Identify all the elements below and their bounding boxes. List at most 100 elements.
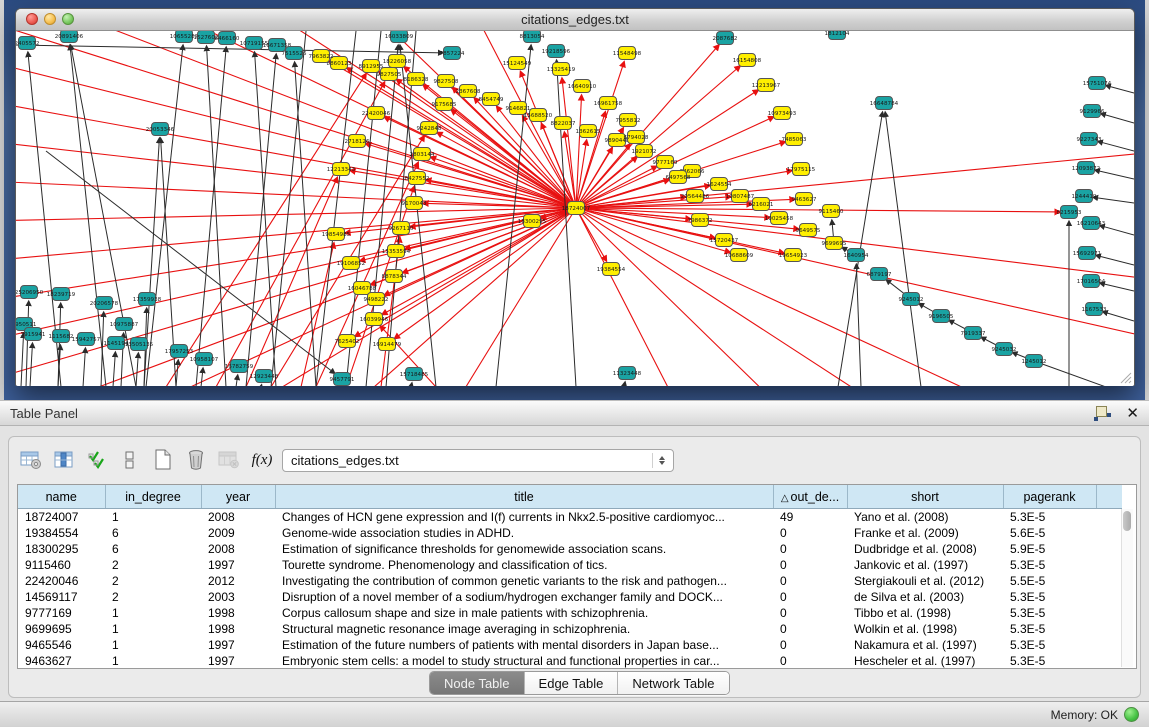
citation-edge-black[interactable] [1095, 170, 1134, 179]
table-cell[interactable]: 1 [105, 509, 201, 526]
table-cell[interactable]: 2012 [201, 573, 275, 589]
citation-edge-red[interactable] [576, 208, 996, 386]
table-header-row[interactable]: namein_degreeyeartitle△out_de...shortpag… [18, 485, 1122, 509]
citation-edge-black[interactable] [885, 112, 921, 386]
table-cell[interactable]: Disruption of a novel member of a sodium… [275, 589, 773, 605]
table-cell[interactable]: Stergiakouli et al. (2012) [847, 573, 1003, 589]
table-cell[interactable]: Hescheler et al. (1997) [847, 653, 1003, 669]
table-cell[interactable]: 18300295 [18, 541, 105, 557]
table-cell[interactable]: 2 [105, 557, 201, 573]
citation-edge-black[interactable] [101, 312, 104, 386]
citation-edge-black[interactable] [236, 375, 238, 386]
network-graph[interactable]: 1872400788601238912955182260589827505818… [16, 31, 1134, 386]
table-cell[interactable]: Franke et al. (2009) [847, 525, 1003, 541]
table-cell[interactable]: 5.3E-5 [1003, 621, 1096, 637]
citation-edge-black[interactable] [201, 368, 203, 386]
table-cell[interactable]: Corpus callosum shape and size in male p… [275, 605, 773, 621]
table-cell[interactable]: 9465546 [18, 637, 105, 653]
node-table[interactable]: namein_degreeyeartitle△out_de...shortpag… [17, 484, 1137, 669]
unselect-all-columns-button[interactable] [118, 448, 142, 472]
table-cell[interactable]: 0 [773, 589, 847, 605]
network-window[interactable]: citations_edges.txt 18724007886012389129… [15, 8, 1135, 386]
table-cell[interactable]: 1 [105, 605, 201, 621]
table-cell[interactable]: 9699695 [18, 621, 105, 637]
table-cell[interactable]: 0 [773, 621, 847, 637]
table-cell[interactable]: 1 [105, 621, 201, 637]
column-header-title[interactable]: title [275, 485, 773, 509]
table-cell[interactable]: 1997 [201, 653, 275, 669]
table-cell[interactable]: Tibbo et al. (1998) [847, 605, 1003, 621]
citation-edge-black[interactable] [1103, 312, 1134, 321]
table-cell[interactable]: 2 [105, 573, 201, 589]
table-cell[interactable]: 9777169 [18, 605, 105, 621]
citation-edge-black[interactable] [246, 54, 276, 386]
table-cell[interactable]: Estimation of significance thresholds fo… [275, 541, 773, 557]
citation-edge-black[interactable] [411, 383, 412, 386]
citation-edge-black[interactable] [1100, 225, 1134, 235]
show-columns-button[interactable] [52, 448, 76, 472]
table-cell[interactable]: 5.3E-5 [1003, 637, 1096, 653]
close-window-button[interactable] [26, 13, 38, 25]
citation-edge-red[interactable] [384, 208, 576, 295]
delete-table-button[interactable] [217, 448, 241, 472]
table-cell[interactable]: 2 [105, 589, 201, 605]
float-panel-icon[interactable] [1094, 405, 1112, 421]
citation-edge-black[interactable] [83, 348, 85, 386]
citation-edge-black[interactable] [346, 31, 381, 386]
table-cell[interactable]: 1998 [201, 621, 275, 637]
column-header-year[interactable]: year [201, 485, 275, 509]
table-cell[interactable]: Tourette syndrome. Phenomenology and cla… [275, 557, 773, 573]
citation-edge-black[interactable] [1098, 141, 1134, 151]
column-header-pagerank[interactable]: pagerank [1003, 485, 1096, 509]
table-cell[interactable]: 14569117 [18, 589, 105, 605]
citation-edge-red[interactable] [576, 208, 1134, 341]
table-cell[interactable]: Dudbridge et al. (2008) [847, 541, 1003, 557]
minimize-window-button[interactable] [44, 13, 56, 25]
table-cell[interactable]: de Silva et al. (2003) [847, 589, 1003, 605]
column-header-short[interactable]: short [847, 485, 1003, 509]
table-cell[interactable]: Estimation of the future numbers of pati… [275, 637, 773, 653]
table-cell[interactable]: 9115460 [18, 557, 105, 573]
tab-edge-table[interactable]: Edge Table [525, 672, 619, 694]
citation-edge-black[interactable] [176, 360, 178, 386]
table-row[interactable]: 911546021997Tourette syndrome. Phenomeno… [18, 557, 1122, 573]
table-cell[interactable]: 18724007 [18, 509, 105, 526]
column-header-name[interactable]: name [18, 485, 105, 509]
table-cell[interactable]: 0 [773, 573, 847, 589]
table-cell[interactable]: 6 [105, 541, 201, 557]
citation-edge-red[interactable] [576, 208, 691, 219]
table-cell[interactable]: Genome-wide association studies in ADHD. [275, 525, 773, 541]
delete-column-button[interactable] [184, 448, 208, 472]
table-cell[interactable]: 2008 [201, 541, 275, 557]
table-mode-button[interactable] [19, 448, 43, 472]
tab-network-table[interactable]: Network Table [618, 672, 728, 694]
table-cell[interactable]: 0 [773, 541, 847, 557]
citation-edge-black[interactable] [146, 45, 183, 386]
close-panel-icon[interactable]: ✕ [1126, 406, 1139, 421]
citation-edge-black[interactable] [271, 31, 306, 386]
table-cell[interactable]: 1 [105, 653, 201, 669]
table-cell[interactable]: 0 [773, 557, 847, 573]
table-cell[interactable]: 1998 [201, 605, 275, 621]
table-cell[interactable]: 0 [773, 653, 847, 669]
table-cell[interactable]: 5.6E-5 [1003, 525, 1096, 541]
zoom-window-button[interactable] [62, 13, 74, 25]
table-row[interactable]: 969969511998Structural magnetic resonanc… [18, 621, 1122, 637]
table-cell[interactable]: 49 [773, 509, 847, 526]
citation-edge-red[interactable] [301, 243, 334, 386]
table-cell[interactable]: Embryonic stem cells: a model to study s… [275, 653, 773, 669]
table-cell[interactable]: 0 [773, 637, 847, 653]
column-header-in_degree[interactable]: in_degree [105, 485, 201, 509]
citation-edge-red[interactable] [16, 208, 576, 261]
citation-edge-black[interactable] [30, 343, 32, 386]
table-cell[interactable]: 5.3E-5 [1003, 653, 1096, 669]
table-row[interactable]: 2242004622012Investigating the contribut… [18, 573, 1122, 589]
citation-edge-black[interactable] [261, 385, 262, 386]
table-cell[interactable]: 1997 [201, 557, 275, 573]
table-scrollbar[interactable] [1121, 509, 1133, 667]
window-resize-grip[interactable] [1118, 370, 1132, 384]
table-cell[interactable]: 5.5E-5 [1003, 573, 1096, 589]
table-row[interactable]: 977716911998Corpus callosum shape and si… [18, 605, 1122, 621]
function-builder-button[interactable]: f(x) [250, 448, 274, 472]
table-cell[interactable]: 19384554 [18, 525, 105, 541]
